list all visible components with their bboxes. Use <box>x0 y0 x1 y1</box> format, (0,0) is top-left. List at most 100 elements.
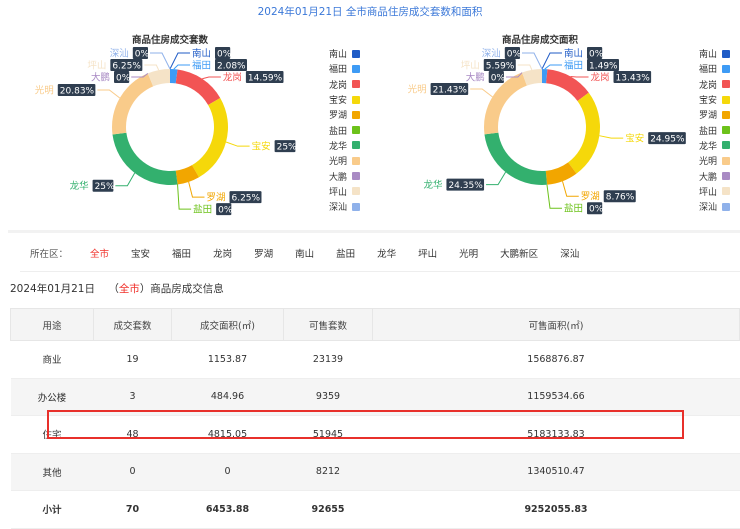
slice-label-name: 罗湖 <box>206 193 225 204</box>
page-title: 2024年01月21日 全市商品住房成交套数和面积 <box>0 4 740 19</box>
legend-item-龙华[interactable]: 龙华 <box>660 138 730 153</box>
slice-label-value: 0% <box>217 50 232 60</box>
table-cell: 其他 <box>11 453 94 491</box>
leader-line <box>518 65 532 70</box>
district-3[interactable]: 龙岗 <box>213 246 232 260</box>
legend-item-深汕[interactable]: 深汕 <box>660 199 730 214</box>
legend-item-光明[interactable]: 光明 <box>660 153 730 168</box>
legend-label: 南山 <box>329 47 347 60</box>
legend-label: 龙岗 <box>699 78 717 91</box>
legend-item-大鹏[interactable]: 大鹏 <box>660 168 730 183</box>
district-5[interactable]: 南山 <box>295 246 314 260</box>
slice-label-value: 8.76% <box>606 193 635 203</box>
header-usage: 用途 <box>11 309 94 341</box>
district-10[interactable]: 大鹏新区 <box>500 246 538 260</box>
slice-label-name: 盐田 <box>564 203 583 215</box>
slice-label-value: 25% <box>95 182 115 192</box>
header-available-units: 可售套数 <box>284 309 373 341</box>
legend-item-盐田[interactable]: 盐田 <box>290 122 360 137</box>
leader-line <box>547 185 562 208</box>
legend-item-大鹏[interactable]: 大鹏 <box>290 168 360 183</box>
legend-swatch <box>722 126 730 134</box>
slice-label-value: 1.49% <box>589 62 618 72</box>
leader-line <box>170 53 190 69</box>
table-cell: 1153.87 <box>172 341 284 379</box>
header-units: 成交套数 <box>94 309 172 341</box>
legend-item-盐田[interactable]: 盐田 <box>660 122 730 137</box>
table-cell: 6453.88 <box>172 491 284 529</box>
legend-item-龙岗[interactable]: 龙岗 <box>290 77 360 92</box>
leader-line <box>599 136 623 138</box>
legend-label: 大鹏 <box>329 170 347 183</box>
pie-slice-龙华[interactable] <box>112 133 177 185</box>
legend[interactable]: 南山福田龙岗宝安罗湖盐田龙华光明大鹏坪山深汕 <box>290 46 360 214</box>
legend-item-罗湖[interactable]: 罗湖 <box>290 107 360 122</box>
legend-swatch <box>722 80 730 88</box>
district-9[interactable]: 光明 <box>459 246 478 260</box>
table-cell: 23139 <box>284 341 373 379</box>
header-available-area: 可售面积(㎡) <box>373 309 740 341</box>
legend-swatch <box>722 111 730 119</box>
table-cell: 0 <box>94 453 172 491</box>
table-cell: 1568876.87 <box>373 341 740 379</box>
pie-slice-龙岗[interactable] <box>546 69 589 101</box>
district-6[interactable]: 盐田 <box>336 246 355 260</box>
legend-item-福田[interactable]: 福田 <box>660 61 730 76</box>
table-cell: 92655 <box>284 491 373 529</box>
info-district: 全市 <box>119 283 140 295</box>
district-0[interactable]: 全市 <box>90 246 109 260</box>
legend-item-福田[interactable]: 福田 <box>290 61 360 76</box>
legend-item-罗湖[interactable]: 罗湖 <box>660 107 730 122</box>
slice-label-value: 6.25% <box>112 62 141 72</box>
table-cell: 1340510.47 <box>373 453 740 491</box>
district-1[interactable]: 宝安 <box>131 246 150 260</box>
legend-label: 坪山 <box>699 185 717 198</box>
legend-item-南山[interactable]: 南山 <box>290 46 360 61</box>
divider <box>8 230 740 233</box>
leader-line <box>150 53 170 69</box>
pie-slice-龙华[interactable] <box>484 133 547 185</box>
district-7[interactable]: 龙华 <box>377 246 396 260</box>
legend-swatch <box>352 111 360 119</box>
legend-label: 光明 <box>329 154 347 167</box>
legend-label: 罗湖 <box>329 108 347 121</box>
leader-line <box>178 185 192 210</box>
slice-label-name: 深汕 <box>110 49 129 60</box>
legend-item-坪山[interactable]: 坪山 <box>660 184 730 199</box>
legend-swatch <box>352 126 360 134</box>
legend[interactable]: 南山福田龙岗宝安罗湖盐田龙华光明大鹏坪山深汕 <box>660 46 730 214</box>
legend-item-深汕[interactable]: 深汕 <box>290 199 360 214</box>
slice-label-value: 2.08% <box>217 62 246 72</box>
legend-item-宝安[interactable]: 宝安 <box>290 92 360 107</box>
legend-item-南山[interactable]: 南山 <box>660 46 730 61</box>
legend-item-光明[interactable]: 光明 <box>290 153 360 168</box>
slice-label-name: 光明 <box>35 84 54 96</box>
legend-item-坪山[interactable]: 坪山 <box>290 184 360 199</box>
divider <box>20 271 740 272</box>
slice-label-value: 5.59% <box>486 62 515 72</box>
district-4[interactable]: 罗湖 <box>254 246 273 260</box>
legend-label: 宝安 <box>699 93 717 106</box>
pie-slice-宝安[interactable] <box>192 98 228 177</box>
district-2[interactable]: 福田 <box>172 246 191 260</box>
leader-line <box>174 65 190 69</box>
legend-item-龙华[interactable]: 龙华 <box>290 138 360 153</box>
slice-label-name: 福田 <box>564 60 583 72</box>
table-cell: 小计 <box>11 491 94 529</box>
slice-label-value: 0% <box>218 206 233 216</box>
legend-item-龙岗[interactable]: 龙岗 <box>660 77 730 92</box>
leader-line <box>486 172 506 184</box>
info-heading: 2024年01月21日 （全市）商品房成交信息 <box>10 281 224 296</box>
pie-slice-龙岗[interactable] <box>176 69 221 105</box>
slice-label-name: 罗湖 <box>581 192 600 203</box>
legend-swatch <box>722 65 730 73</box>
district-11[interactable]: 深汕 <box>560 246 579 260</box>
pie-slice-宝安[interactable] <box>568 93 600 174</box>
district-8[interactable]: 坪山 <box>418 246 437 260</box>
leader-line <box>97 90 119 98</box>
units-pie-chart: 南山0%福田2.08%龙岗14.59%宝安25%罗湖6.25%盐田0%深汕0%坪… <box>0 28 370 218</box>
legend-item-宝安[interactable]: 宝安 <box>660 92 730 107</box>
slice-label-name: 大鹏 <box>466 72 485 84</box>
legend-swatch <box>352 157 360 165</box>
slice-label-name: 坪山 <box>461 60 480 72</box>
